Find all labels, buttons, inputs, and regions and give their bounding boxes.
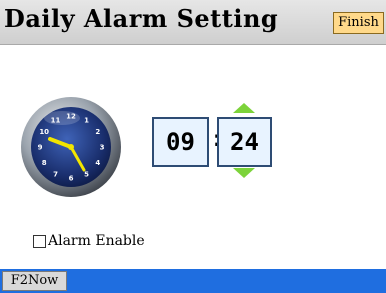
alarm-enable-row[interactable]: Alarm Enable — [33, 232, 145, 250]
clock-numeral: 3 — [100, 144, 105, 152]
softkey-bar: F2Now — [0, 269, 386, 293]
page-title: Daily Alarm Setting — [4, 4, 279, 33]
alarm-enable-label: Alarm Enable — [48, 233, 145, 249]
clock-numeral: 10 — [39, 128, 49, 136]
chevron-up-icon[interactable] — [233, 103, 255, 113]
alarm-enable-checkbox[interactable] — [33, 234, 46, 248]
hours-field[interactable]: 09 — [152, 117, 209, 167]
clock-numeral: 4 — [95, 159, 100, 167]
clock-numeral: 6 — [69, 175, 74, 183]
clock-numeral: 9 — [38, 144, 43, 152]
clock-center-pin — [68, 144, 74, 150]
clock-numeral: 7 — [53, 170, 58, 178]
f2now-button[interactable]: F2Now — [2, 271, 67, 291]
clock-glare — [44, 111, 80, 125]
title-bar: Daily Alarm Setting Finish — [0, 0, 386, 45]
clock-numeral: 5 — [84, 170, 89, 178]
clock-numeral: 1 — [84, 117, 89, 125]
analog-clock-icon: 121234567891011 — [21, 97, 121, 197]
minutes-field[interactable]: 24 — [217, 117, 272, 167]
clock-numeral: 2 — [95, 128, 100, 136]
finish-button[interactable]: Finish — [333, 12, 384, 34]
clock-numeral: 8 — [42, 159, 47, 167]
alarm-screen: Daily Alarm Setting Finish 12 1 2 3 4 5 6 7 8 9 10… — [0, 0, 386, 293]
chevron-down-icon[interactable] — [233, 168, 255, 178]
